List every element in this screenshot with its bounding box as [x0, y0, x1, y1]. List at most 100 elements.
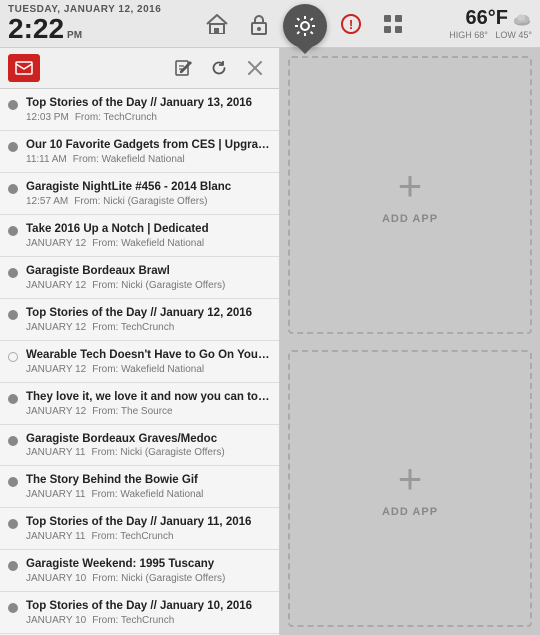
email-subject: Top Stories of the Day // January 10, 20…: [26, 599, 271, 614]
email-list-item[interactable]: Top Stories of the Day // January 13, 20…: [0, 89, 279, 131]
compose-button[interactable]: [167, 54, 199, 82]
email-from: From: Nicki (Garagiste Offers): [92, 280, 225, 291]
email-date: JANUARY 12: [26, 238, 86, 249]
email-meta: JANUARY 10 From: Nicki (Garagiste Offers): [26, 573, 271, 584]
email-list-item[interactable]: Garagiste Bordeaux BrawlJANUARY 12 From: …: [0, 257, 279, 299]
email-date: JANUARY 10: [26, 573, 86, 584]
weather-range: HIGH 68° LOW 45°: [449, 30, 532, 40]
email-list-item[interactable]: Wearable Tech Doesn't Have to Go On Your…: [0, 341, 279, 383]
gear-settings-icon[interactable]: [283, 4, 327, 48]
email-text-block: Garagiste Weekend: 1995 TuscanyJANUARY 1…: [26, 557, 271, 584]
email-subject: Take 2016 Up a Notch | Dedicated: [26, 222, 271, 237]
email-text-block: They love it, we love it and now you can…: [26, 390, 271, 417]
email-subject: Garagiste Bordeaux Brawl: [26, 264, 271, 279]
email-list-item[interactable]: The Story Behind the Bowie GifJANUARY 11…: [0, 466, 279, 508]
email-meta: 11:11 AMFrom: Wakefield National: [26, 154, 271, 165]
email-date: JANUARY 11: [26, 447, 85, 458]
email-from: From: TechCrunch: [75, 112, 157, 123]
add-app-top[interactable]: + ADD APP: [288, 56, 532, 334]
email-text-block: Top Stories of the Day // January 12, 20…: [26, 306, 271, 333]
home-icon[interactable]: [199, 6, 235, 42]
email-from: From: TechCrunch: [91, 531, 173, 542]
email-from: From: Wakefield National: [92, 238, 204, 249]
email-text-block: Garagiste Bordeaux Graves/MedocJANUARY 1…: [26, 432, 271, 459]
email-meta: 12:03 PM From: TechCrunch: [26, 112, 271, 123]
cloud-icon: [512, 11, 532, 27]
clock-widget: TUESDAY, JANUARY 12, 2016 2:22 PM: [8, 4, 161, 43]
email-meta: JANUARY 12 From: The Source: [26, 406, 271, 417]
right-panel: + ADD APP + ADD APP: [280, 48, 540, 635]
email-subject: The Story Behind the Bowie Gif: [26, 473, 271, 488]
email-date: 12:57 AM: [26, 196, 68, 207]
weather-temperature: 66°F: [466, 7, 532, 30]
email-list-item[interactable]: Take 2016 Up a Notch | DedicatedJANUARY …: [0, 215, 279, 257]
nav-icons: !: [161, 2, 449, 46]
email-subject: Top Stories of the Day // January 12, 20…: [26, 306, 271, 321]
email-date: JANUARY 10: [26, 615, 86, 626]
email-list-item[interactable]: They love it, we love it and now you can…: [0, 383, 279, 425]
svg-text:!: !: [349, 17, 353, 32]
email-meta: 12:57 AMFrom: Nicki (Garagiste Offers): [26, 196, 271, 207]
email-meta: JANUARY 12 From: Nicki (Garagiste Offers): [26, 280, 271, 291]
add-app-label-top: ADD APP: [382, 213, 438, 225]
email-text-block: Top Stories of the Day // January 10, 20…: [26, 599, 271, 626]
email-meta: JANUARY 12 From: Wakefield National: [26, 364, 271, 375]
email-date: JANUARY 12: [26, 364, 86, 375]
email-date: 12:03 PM: [26, 112, 69, 123]
email-list-item[interactable]: Garagiste Weekend: 1995 TuscanyJANUARY 1…: [0, 550, 279, 592]
email-meta: JANUARY 10 From: TechCrunch: [26, 615, 271, 626]
email-list-item[interactable]: Our 10 Favorite Gadgets from CES | Upgra…: [0, 131, 279, 173]
add-app-label-bottom: ADD APP: [382, 506, 438, 518]
email-meta: JANUARY 11 From: TechCrunch: [26, 531, 271, 542]
email-meta: JANUARY 12 From: Wakefield National: [26, 238, 271, 249]
email-from: From: Wakefield National: [92, 364, 204, 375]
email-subject: Top Stories of the Day // January 11, 20…: [26, 515, 271, 530]
main-content: Top Stories of the Day // January 13, 20…: [0, 48, 540, 635]
email-date: JANUARY 11: [26, 489, 85, 500]
email-list-item[interactable]: Garagiste Bordeaux Graves/MedocJANUARY 1…: [0, 425, 279, 467]
email-from: From: Nicki (Garagiste Offers): [92, 573, 225, 584]
email-list-item[interactable]: Top Stories of the Day // January 11, 20…: [0, 508, 279, 550]
email-date: JANUARY 12: [26, 406, 86, 417]
email-from: From: TechCrunch: [92, 322, 174, 333]
email-text-block: Take 2016 Up a Notch | DedicatedJANUARY …: [26, 222, 271, 249]
email-from: From: Wakefield National: [91, 489, 203, 500]
add-app-plus-icon-2: +: [398, 458, 423, 500]
time-display: 2:22 PM: [8, 15, 161, 43]
email-read-dot: [8, 603, 18, 613]
email-meta: JANUARY 11From: Nicki (Garagiste Offers): [26, 447, 271, 458]
time-hours-minutes: 2:22: [8, 15, 64, 43]
email-date: 11:11 AM: [26, 154, 67, 165]
email-meta: JANUARY 11 From: Wakefield National: [26, 489, 271, 500]
email-app-icon[interactable]: [8, 54, 40, 82]
grid-apps-icon[interactable]: [375, 6, 411, 42]
email-subject: Our 10 Favorite Gadgets from CES | Upgra…: [26, 138, 271, 153]
email-read-dot: [8, 436, 18, 446]
refresh-button[interactable]: [203, 54, 235, 82]
email-subject: They love it, we love it and now you can…: [26, 390, 271, 405]
email-read-dot: [8, 142, 18, 152]
email-meta: JANUARY 12From: TechCrunch: [26, 322, 271, 333]
email-text-block: Our 10 Favorite Gadgets from CES | Upgra…: [26, 138, 271, 165]
info-icon[interactable]: !: [333, 6, 369, 42]
email-read-dot: [8, 519, 18, 529]
email-from: From: TechCrunch: [92, 615, 174, 626]
email-text-block: Top Stories of the Day // January 13, 20…: [26, 96, 271, 123]
email-list-item[interactable]: Top Stories of the Day // January 12, 20…: [0, 299, 279, 341]
email-date: JANUARY 11: [26, 531, 85, 542]
email-list[interactable]: Top Stories of the Day // January 13, 20…: [0, 89, 279, 635]
close-button[interactable]: [239, 54, 271, 82]
weather-widget: 66°F HIGH 68° LOW 45°: [449, 7, 532, 40]
email-list-item[interactable]: Garagiste NightLite #456 - 2014 Blanc12:…: [0, 173, 279, 215]
add-app-bottom[interactable]: + ADD APP: [288, 350, 532, 628]
email-read-dot: [8, 352, 18, 362]
email-text-block: The Story Behind the Bowie GifJANUARY 11…: [26, 473, 271, 500]
email-text-block: Top Stories of the Day // January 11, 20…: [26, 515, 271, 542]
email-date: JANUARY 12: [26, 280, 86, 291]
lock-icon[interactable]: [241, 6, 277, 42]
email-list-item[interactable]: Top Stories of the Day // January 10, 20…: [0, 592, 279, 634]
email-from: From: The Source: [92, 406, 172, 417]
email-read-dot: [8, 184, 18, 194]
email-read-dot: [8, 100, 18, 110]
email-read-dot: [8, 477, 18, 487]
